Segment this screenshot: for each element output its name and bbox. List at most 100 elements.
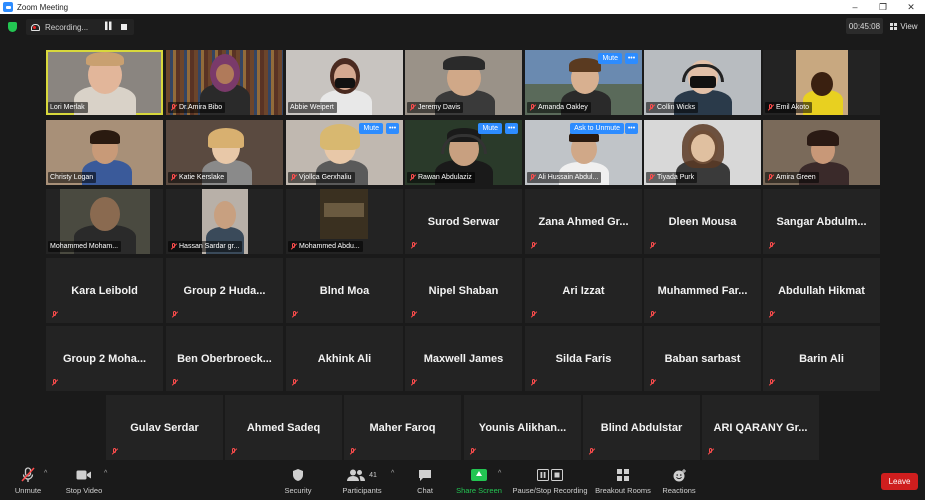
muted-mic-icon <box>170 103 177 112</box>
meeting-timer: 00:45:08 <box>846 18 883 34</box>
mute-participant-button[interactable]: Mute <box>359 123 383 134</box>
muted-mic-icon <box>649 311 656 319</box>
participant-tile[interactable]: Muhammed Far... <box>644 258 761 323</box>
participant-tile[interactable]: Lori Merlak <box>46 50 163 115</box>
participant-tile[interactable]: Abbie Weipert <box>286 50 403 115</box>
more-options-button[interactable]: ••• <box>505 123 518 134</box>
stop-video-label: Stop Video <box>65 486 103 495</box>
participant-tile[interactable]: Dr.Amira Bibo <box>166 50 283 115</box>
meeting-top-bar: Recording... ▌▌ 00:45:08 View <box>0 14 925 40</box>
participant-name: Ben Oberbroeck... <box>177 352 272 365</box>
share-screen-button[interactable]: Share Screen <box>456 462 502 500</box>
participant-tile[interactable]: Mute ••• Vjollca Gerxhaliu <box>286 120 403 185</box>
participant-tile[interactable]: Dleen Mousa <box>644 189 761 254</box>
participant-name-label: Rawan Abdulaziz <box>407 172 475 183</box>
participant-tile[interactable]: Zana Ahmed Gr... <box>525 189 642 254</box>
participant-name-label: Mohammed Moham... <box>48 241 122 252</box>
video-camera-icon <box>76 467 92 483</box>
leave-meeting-button[interactable]: Leave <box>881 473 918 490</box>
participant-tile[interactable]: Christy Logan <box>46 120 163 185</box>
security-button[interactable]: Security <box>282 462 314 500</box>
close-button[interactable]: ✕ <box>897 0 925 14</box>
participant-tile[interactable]: Emil Akoto <box>763 50 880 115</box>
participant-tile[interactable]: Ari Izzat <box>525 258 642 323</box>
participant-tile[interactable]: Baban sarbast <box>644 326 761 391</box>
muted-mic-icon <box>767 103 774 112</box>
share-options-chevron-icon[interactable]: ^ <box>498 470 501 477</box>
participant-tile[interactable]: Amira Green <box>763 120 880 185</box>
participant-name: Sangar Abdulm... <box>776 215 867 228</box>
participant-name-label: Amanda Oakley <box>527 102 591 113</box>
muted-mic-icon <box>529 173 536 182</box>
participant-tile[interactable]: Hassan Sardar gr... <box>166 189 283 254</box>
unmute-button[interactable]: Unmute <box>10 462 46 500</box>
stop-recording-icon[interactable] <box>121 24 127 30</box>
mute-participant-button[interactable]: Mute <box>478 123 502 134</box>
reactions-button[interactable]: Reactions <box>662 462 696 500</box>
participant-tile[interactable]: Mute ••• Amanda Oakley <box>525 50 642 115</box>
participant-tile[interactable]: Maher Faroq <box>344 395 461 460</box>
more-options-button[interactable]: ••• <box>625 53 638 64</box>
participant-tile[interactable]: Ask to Unmute ••• Ali Hussain Abdul... <box>525 120 642 185</box>
muted-mic-icon <box>768 311 775 319</box>
participant-tile[interactable]: Akhink Ali <box>286 326 403 391</box>
participant-name-label: Katie Kerslake <box>168 172 228 183</box>
participant-tile[interactable]: Blnd Moa <box>286 258 403 323</box>
participants-options-chevron-icon[interactable]: ^ <box>391 470 394 477</box>
mute-participant-button[interactable]: Mute <box>598 53 622 64</box>
participant-tile[interactable]: Gulav Serdar <box>106 395 223 460</box>
minimize-button[interactable]: – <box>841 0 869 14</box>
muted-mic-icon <box>171 311 178 319</box>
participant-tile[interactable]: Younis Alikhan... <box>464 395 581 460</box>
participant-tile[interactable]: Tiyada Purk <box>644 120 761 185</box>
participant-name: Blind Abdulstar <box>600 421 683 434</box>
participant-tile[interactable]: Kara Leibold <box>46 258 163 323</box>
muted-mic-icon <box>648 173 655 182</box>
muted-mic-icon <box>649 242 656 250</box>
participant-tile[interactable]: Maxwell James <box>405 326 522 391</box>
muted-mic-icon <box>530 311 537 319</box>
audio-options-chevron-icon[interactable]: ^ <box>44 470 47 477</box>
stop-video-button[interactable]: Stop Video <box>64 462 104 500</box>
participant-tile[interactable]: Ben Oberbroeck... <box>166 326 283 391</box>
muted-mic-icon <box>410 242 417 250</box>
participant-name: Maher Faroq <box>369 421 436 434</box>
video-options-chevron-icon[interactable]: ^ <box>104 470 107 477</box>
participant-tile[interactable]: Blind Abdulstar <box>583 395 700 460</box>
participant-tile[interactable]: Mute ••• Rawan Abdulaziz <box>405 120 522 185</box>
participant-tile[interactable]: Group 2 Moha... <box>46 326 163 391</box>
breakout-rooms-button[interactable]: Breakout Rooms <box>594 462 652 500</box>
ask-to-unmute-button[interactable]: Ask to Unmute <box>570 123 624 134</box>
more-options-button[interactable]: ••• <box>386 123 399 134</box>
chat-bubble-icon <box>418 467 432 483</box>
participant-tile[interactable]: Ahmed Sadeq <box>225 395 342 460</box>
participant-tile[interactable]: Barin Ali <box>763 326 880 391</box>
participant-tile[interactable]: ARI QARANY Gr... <box>702 395 819 460</box>
encryption-shield-icon[interactable] <box>8 22 17 32</box>
pause-stop-recording-button[interactable]: Pause/Stop Recording <box>512 462 588 500</box>
participant-name: Surod Serwar <box>427 215 500 228</box>
view-button[interactable]: View <box>888 18 920 34</box>
muted-mic-icon <box>767 173 774 182</box>
participant-name: Silda Faris <box>555 352 612 365</box>
chat-button[interactable]: Chat <box>412 462 438 500</box>
participant-tile[interactable]: Silda Faris <box>525 326 642 391</box>
participant-tile[interactable]: Surod Serwar <box>405 189 522 254</box>
participant-tile[interactable]: Jeremy Davis <box>405 50 522 115</box>
participant-tile[interactable]: Mohammed Abdu... <box>286 189 403 254</box>
more-options-button[interactable]: ••• <box>625 123 638 134</box>
participant-tile[interactable]: Abdullah Hikmat <box>763 258 880 323</box>
participant-tile[interactable]: Sangar Abdulm... <box>763 189 880 254</box>
participant-name: Gulav Serdar <box>130 421 199 434</box>
participants-button[interactable]: 41 Participants <box>340 462 384 500</box>
participant-name: Ari Izzat <box>562 284 605 297</box>
participant-tile[interactable]: Katie Kerslake <box>166 120 283 185</box>
participant-name-label: Jeremy Davis <box>407 102 464 113</box>
participant-tile[interactable]: Nipel Shaban <box>405 258 522 323</box>
participant-tile[interactable]: Group 2 Huda... <box>166 258 283 323</box>
participant-name-label: Christy Logan <box>48 172 97 183</box>
participant-tile[interactable]: Collin Wicks <box>644 50 761 115</box>
pause-recording-icon[interactable]: ▌▌ <box>105 23 114 30</box>
participant-tile[interactable]: Mohammed Moham... <box>46 189 163 254</box>
restore-button[interactable]: ❐ <box>869 0 897 14</box>
